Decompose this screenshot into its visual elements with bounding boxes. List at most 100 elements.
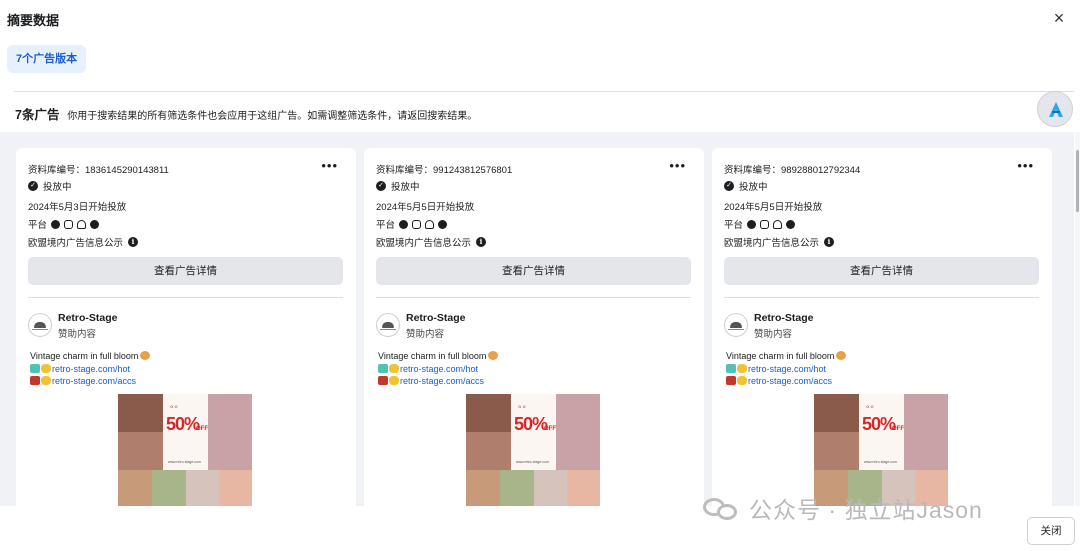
start-date: 2024年5月3日开始投放 — [28, 202, 127, 213]
close-button[interactable]: 关闭 — [1027, 517, 1075, 545]
scrollbar-thumb[interactable] — [1076, 150, 1079, 212]
promo-url: www.retro-stage.com — [516, 460, 549, 464]
instagram-icon — [412, 219, 422, 229]
status-row: ✓ 投放中 — [724, 180, 768, 193]
eu-transparency-row: 欧盟境内广告信息公示 i — [376, 235, 487, 249]
start-date: 2024年5月5日开始投放 — [376, 202, 475, 213]
bouquet-icon — [488, 351, 499, 360]
ad-results-panel: 资料库编号：1836145290143811 ••• ✓ 投放中 2024年5月… — [0, 132, 1074, 506]
sponsored-label: 赞助内容 — [754, 329, 793, 340]
advertiser-name[interactable]: Retro-Stage — [406, 312, 466, 324]
info-icon[interactable]: i — [824, 237, 835, 247]
advertiser-name[interactable]: Retro-Stage — [58, 312, 118, 324]
ad-body-text: Vintage charm in full bloom retro-stage.… — [378, 350, 499, 388]
check-circle-icon: ✓ — [376, 181, 386, 191]
sponsored-label: 赞助内容 — [406, 329, 445, 340]
pointing-hand-icon — [41, 376, 51, 385]
advertiser-avatar[interactable] — [376, 313, 400, 337]
ad-body-text: Vintage charm in full bloom retro-stage.… — [726, 350, 847, 388]
close-icon[interactable]: × — [1050, 9, 1068, 27]
promo-off-text: OFF — [544, 426, 556, 432]
promo-url: www.retro-stage.com — [168, 460, 201, 464]
ad-link-hot[interactable]: retro-stage.com/hot — [52, 364, 130, 374]
pointing-hand-icon — [41, 363, 51, 373]
promo-off-text: OFF — [892, 426, 904, 432]
start-date: 2024年5月5日开始投放 — [724, 202, 823, 213]
library-id: 资料库编号：991243812576801 — [376, 165, 513, 176]
sponsored-label: 赞助内容 — [58, 329, 97, 340]
status-row: ✓ 投放中 — [376, 180, 420, 193]
more-options-icon[interactable]: ••• — [1017, 158, 1034, 173]
check-circle-icon: ✓ — [724, 181, 734, 191]
messenger-icon — [786, 219, 796, 229]
more-options-icon[interactable]: ••• — [669, 158, 686, 173]
status-row: ✓ 投放中 — [28, 180, 72, 193]
instagram-icon — [760, 219, 770, 229]
status-text: 投放中 — [391, 182, 420, 193]
library-id: 资料库编号：989288012792344 — [724, 165, 861, 176]
ad-link-accs[interactable]: retro-stage.com/accs — [52, 376, 136, 386]
promo-sale-text: 50% — [862, 414, 896, 434]
ad-card: 资料库编号：989288012792344 ••• ✓ 投放中 2024年5月5… — [712, 148, 1052, 506]
platform-row: 平台 — [376, 217, 448, 231]
promo-off-text: OFF — [196, 426, 208, 432]
platform-label: 平台 — [28, 220, 48, 231]
shoe-icon — [30, 376, 40, 385]
facebook-icon — [747, 219, 757, 229]
eu-label: 欧盟境内广告信息公示 — [724, 238, 820, 249]
status-text: 投放中 — [43, 182, 72, 193]
ad-link-hot[interactable]: retro-stage.com/hot — [400, 364, 478, 374]
avatar-logo-icon — [34, 322, 46, 328]
audience-network-icon — [77, 219, 87, 229]
ad-body-text: Vintage charm in full bloom retro-stage.… — [30, 350, 151, 388]
ad-creative-image[interactable]: ✿ ✿ 50% OFF www.retro-stage.com — [118, 394, 252, 506]
dress-icon — [726, 363, 736, 373]
library-id: 资料库编号：1836145290143811 — [28, 165, 169, 176]
audience-network-icon — [425, 219, 435, 229]
wechat-icon — [703, 495, 739, 521]
view-ad-details-button[interactable]: 查看广告详情 — [724, 257, 1039, 285]
eu-label: 欧盟境内广告信息公示 — [28, 238, 124, 249]
advertiser-avatar[interactable] — [28, 313, 52, 337]
info-icon[interactable]: i — [476, 237, 487, 247]
shoe-icon — [726, 376, 736, 385]
dress-icon — [378, 363, 388, 373]
view-ad-details-button[interactable]: 查看广告详情 — [376, 257, 691, 285]
pointing-hand-icon — [389, 376, 399, 385]
avatar-logo-icon — [730, 322, 742, 328]
eu-label: 欧盟境内广告信息公示 — [376, 238, 472, 249]
platform-label: 平台 — [376, 220, 396, 231]
ad-link-hot[interactable]: retro-stage.com/hot — [748, 364, 826, 374]
more-options-icon[interactable]: ••• — [321, 158, 338, 173]
ad-creative-image[interactable]: ✿ ✿ 50% OFF www.retro-stage.com — [466, 394, 600, 506]
ad-link-accs[interactable]: retro-stage.com/accs — [400, 376, 484, 386]
assistant-logo-button[interactable] — [1037, 91, 1073, 127]
advertiser-name[interactable]: Retro-Stage — [754, 312, 814, 324]
card-divider — [28, 297, 343, 298]
status-text: 投放中 — [739, 182, 768, 193]
tab-ad-versions[interactable]: 7个广告版本 — [7, 45, 87, 73]
promo-url: www.retro-stage.com — [864, 460, 897, 464]
facebook-icon — [399, 219, 409, 229]
dress-icon — [30, 363, 40, 373]
ad-creative-image[interactable]: ✿ ✿ 50% OFF www.retro-stage.com — [814, 394, 948, 506]
header-divider — [14, 91, 1074, 92]
facebook-icon — [51, 219, 61, 229]
advertiser-avatar[interactable] — [724, 313, 748, 337]
eu-transparency-row: 欧盟境内广告信息公示 i — [724, 235, 835, 249]
info-icon[interactable]: i — [128, 237, 139, 247]
ad-link-accs[interactable]: retro-stage.com/accs — [748, 376, 832, 386]
pointing-hand-icon — [737, 363, 747, 373]
platform-row: 平台 — [28, 217, 100, 231]
ad-card: 资料库编号：1836145290143811 ••• ✓ 投放中 2024年5月… — [16, 148, 356, 506]
view-ad-details-button[interactable]: 查看广告详情 — [28, 257, 343, 285]
platform-label: 平台 — [724, 220, 744, 231]
dialog-header: 摘要数据 × — [0, 0, 1080, 40]
filter-note: 你用于搜索结果的所有筛选条件也会应用于这组广告。如需调整筛选条件，请返回搜索结果… — [67, 111, 478, 122]
check-circle-icon: ✓ — [28, 181, 38, 191]
audience-network-icon — [773, 219, 783, 229]
avatar-logo-icon — [382, 322, 394, 328]
promo-sale-text: 50% — [166, 414, 200, 434]
pointing-hand-icon — [737, 376, 747, 385]
card-divider — [724, 297, 1039, 298]
